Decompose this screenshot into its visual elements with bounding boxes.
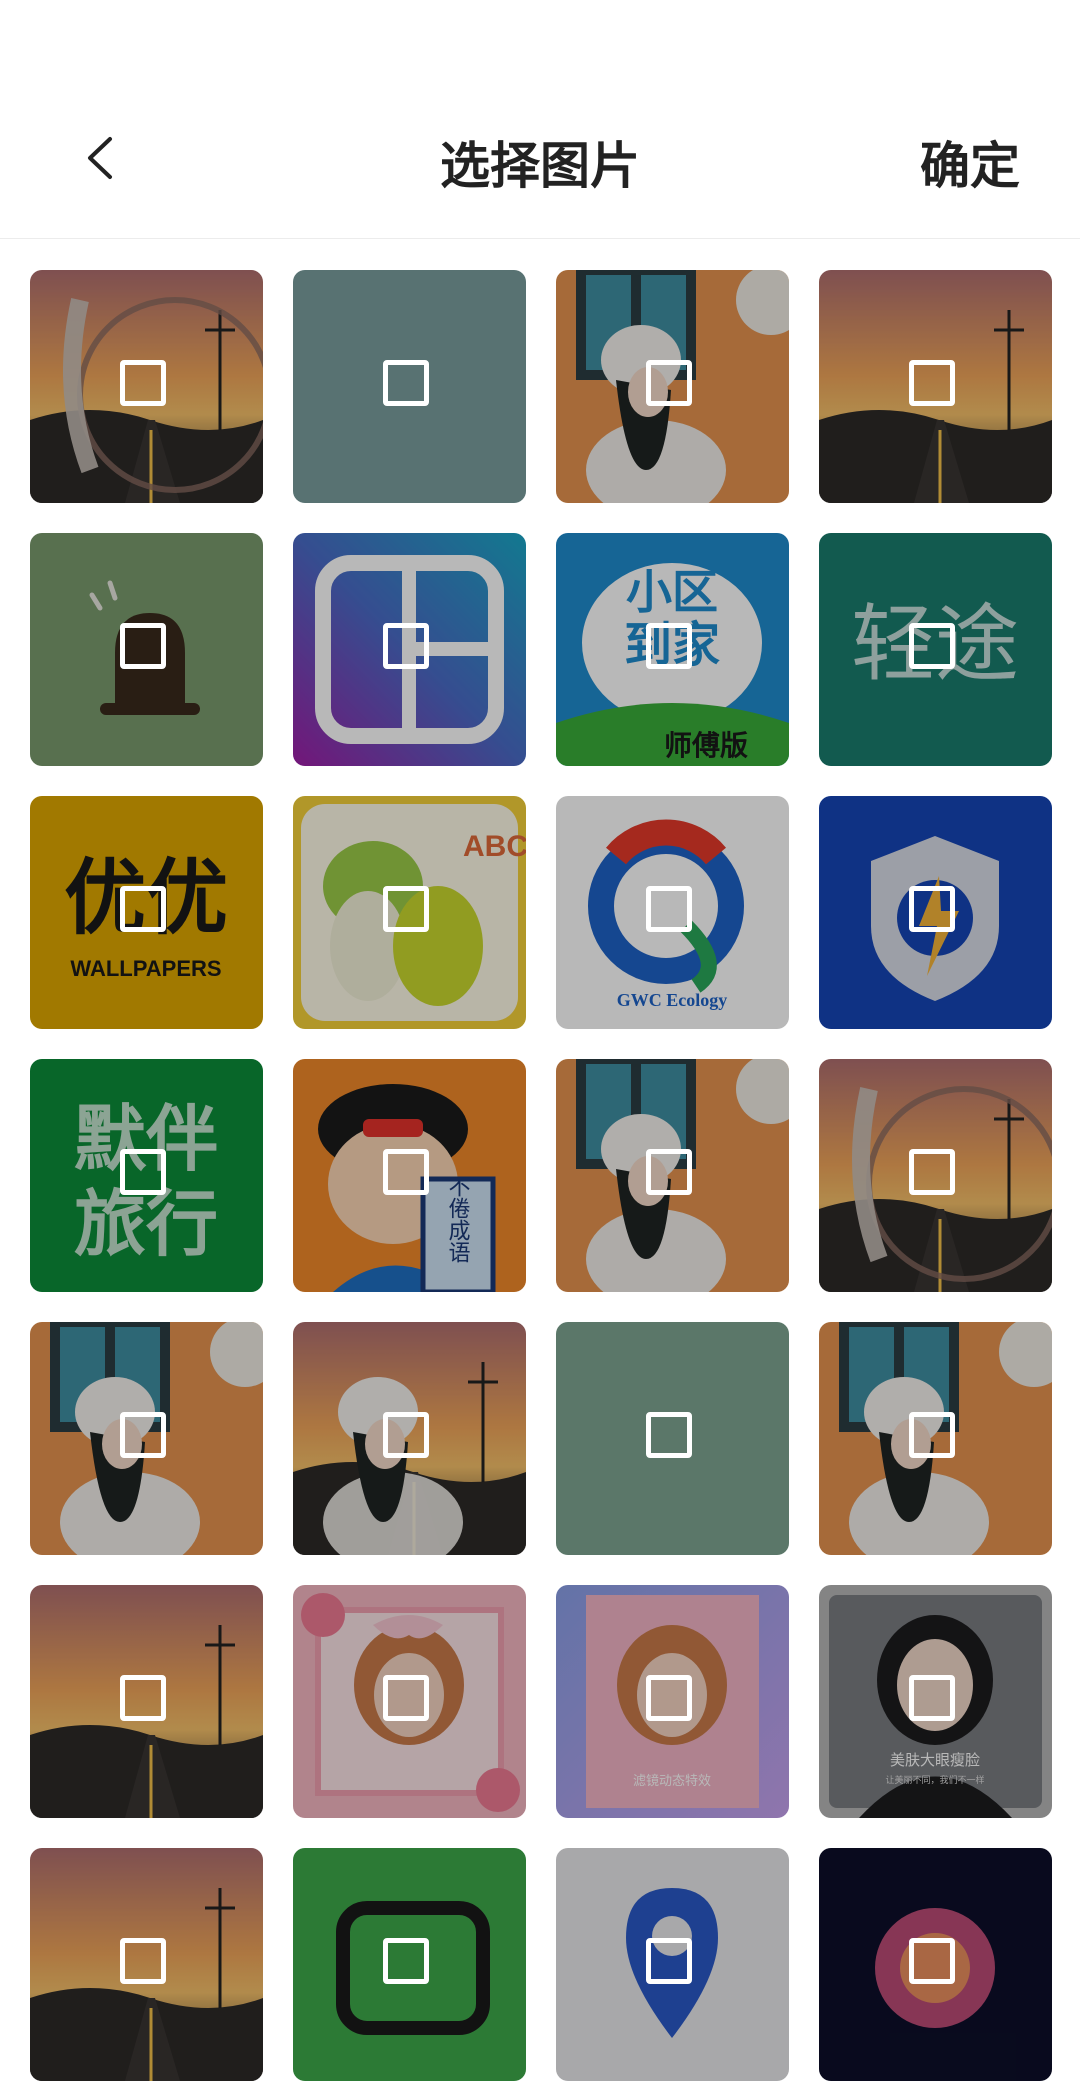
image-tile[interactable]: 滤镜动态特效 — [556, 1585, 789, 1818]
image-tile[interactable] — [556, 1848, 789, 2081]
select-checkbox[interactable] — [120, 1412, 166, 1458]
select-checkbox[interactable] — [909, 1412, 955, 1458]
select-checkbox[interactable] — [383, 360, 429, 406]
select-checkbox[interactable] — [383, 1938, 429, 1984]
select-checkbox[interactable] — [120, 360, 166, 406]
image-tile[interactable] — [30, 533, 263, 766]
image-tile[interactable]: 优优 WALLPAPERS — [30, 796, 263, 1029]
select-checkbox[interactable] — [646, 1412, 692, 1458]
image-tile[interactable] — [556, 270, 789, 503]
image-tile[interactable] — [293, 270, 526, 503]
image-tile[interactable] — [30, 1848, 263, 2081]
select-checkbox[interactable] — [909, 623, 955, 669]
select-checkbox[interactable] — [909, 360, 955, 406]
image-tile[interactable]: 美肤大眼瘦脸 让美丽不同，我们不一样 — [819, 1585, 1052, 1818]
select-checkbox[interactable] — [646, 360, 692, 406]
image-tile[interactable] — [30, 270, 263, 503]
select-checkbox[interactable] — [909, 1675, 955, 1721]
image-tile[interactable] — [293, 533, 526, 766]
select-checkbox[interactable] — [909, 886, 955, 932]
image-tile[interactable]: 默伴 旅行 — [30, 1059, 263, 1292]
image-tile[interactable] — [293, 1585, 526, 1818]
select-checkbox[interactable] — [909, 1149, 955, 1195]
select-checkbox[interactable] — [646, 623, 692, 669]
image-tile[interactable] — [819, 1848, 1052, 2081]
select-checkbox[interactable] — [383, 1412, 429, 1458]
select-checkbox[interactable] — [383, 1149, 429, 1195]
image-tile[interactable]: GWC Ecology — [556, 796, 789, 1029]
select-checkbox[interactable] — [646, 886, 692, 932]
select-checkbox[interactable] — [120, 623, 166, 669]
select-checkbox[interactable] — [646, 1938, 692, 1984]
confirm-button[interactable]: 确定 — [920, 126, 1020, 198]
image-grid: 小区 到家 师傅版 轻途 优优 WALLPAPERS ABC GWC Ecolo… — [30, 270, 1052, 2081]
image-tile[interactable]: 不倦成语 — [293, 1059, 526, 1292]
select-checkbox[interactable] — [120, 1149, 166, 1195]
select-checkbox[interactable] — [120, 1938, 166, 1984]
image-tile[interactable] — [556, 1059, 789, 1292]
image-tile[interactable] — [30, 1585, 263, 1818]
select-checkbox[interactable] — [909, 1938, 955, 1984]
image-tile[interactable] — [30, 1322, 263, 1555]
image-tile[interactable]: 小区 到家 师傅版 — [556, 533, 789, 766]
select-checkbox[interactable] — [646, 1675, 692, 1721]
page-title: 选择图片 — [440, 137, 640, 195]
image-tile[interactable] — [819, 1322, 1052, 1555]
top-bar: 选择图片 确定 — [0, 100, 1080, 239]
select-checkbox[interactable] — [120, 886, 166, 932]
image-tile[interactable] — [293, 1848, 526, 2081]
select-checkbox[interactable] — [383, 623, 429, 669]
select-checkbox[interactable] — [383, 1675, 429, 1721]
image-tile[interactable]: 轻途 — [819, 533, 1052, 766]
image-tile[interactable] — [819, 796, 1052, 1029]
select-checkbox[interactable] — [646, 1149, 692, 1195]
image-tile[interactable] — [293, 1322, 526, 1555]
select-checkbox[interactable] — [120, 1675, 166, 1721]
image-tile[interactable]: ABC — [293, 796, 526, 1029]
select-checkbox[interactable] — [383, 886, 429, 932]
image-tile[interactable] — [819, 1059, 1052, 1292]
status-bar — [0, 0, 1080, 100]
image-tile[interactable] — [819, 270, 1052, 503]
image-tile[interactable] — [556, 1322, 789, 1555]
